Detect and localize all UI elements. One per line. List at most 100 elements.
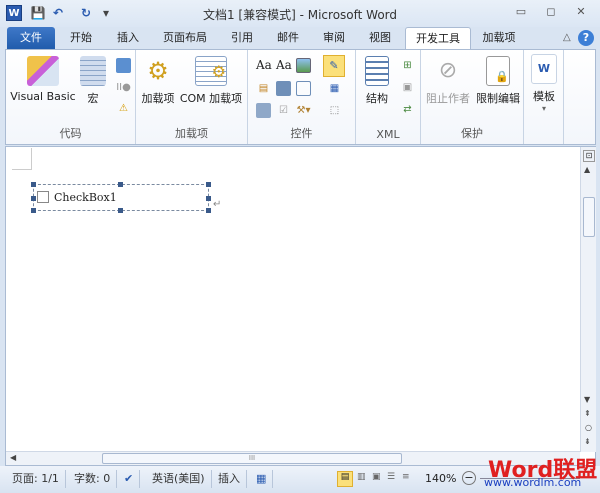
tab-home[interactable]: 开始 (60, 27, 102, 50)
help-icon[interactable]: ? (578, 30, 594, 46)
checkbox-control-frame[interactable]: CheckBox1 ↵ (31, 182, 221, 213)
macros-label: 宏 (87, 92, 99, 105)
group-label-code: 代码 (59, 127, 82, 140)
visual-basic-icon (27, 56, 59, 86)
restrict-editing-icon: 🔒 (486, 56, 510, 86)
com-addins-icon: ⚙ (195, 56, 227, 86)
scroll-left-icon[interactable]: ◀ (10, 453, 16, 462)
vertical-scroll-thumb[interactable] (583, 197, 595, 237)
full-screen-reading-icon[interactable]: ▥ (357, 472, 366, 482)
next-page-icon[interactable]: ⇟ (584, 437, 591, 446)
macros-button[interactable]: 宏 (78, 56, 108, 106)
minimize-ribbon-icon[interactable]: △ (563, 32, 571, 43)
maximize-icon[interactable]: ◻ (540, 5, 562, 21)
com-addins-label: COM 加载项 (179, 92, 243, 105)
web-layout-icon[interactable]: ▣ (372, 472, 381, 482)
ruler-toggle-icon[interactable]: ⊡ (583, 150, 595, 162)
browse-object-icon[interactable]: ○ (585, 423, 592, 432)
language[interactable]: 英语(美国) (146, 470, 212, 488)
macro-security-icon[interactable]: ⚠ (116, 101, 131, 116)
proofing-icon[interactable]: ✔ (118, 470, 141, 488)
combo-box-control-icon[interactable] (276, 81, 291, 96)
tab-mailings[interactable]: 邮件 (268, 27, 308, 50)
paragraph-mark: ↵ (213, 199, 222, 210)
template-icon: W (531, 54, 557, 84)
tab-view[interactable]: 视图 (360, 27, 400, 50)
draft-icon[interactable]: ≡ (402, 472, 410, 482)
picture-control-icon[interactable] (296, 58, 311, 73)
restrict-editing-button[interactable]: 🔒 限制编辑 (473, 56, 523, 106)
properties-icon[interactable]: ▦ (327, 81, 342, 96)
document-area[interactable]: CheckBox1 ↵ (5, 146, 596, 466)
dropdown-control-icon[interactable] (296, 81, 311, 96)
macro-record-icon[interactable]: ▦ (250, 470, 274, 488)
design-mode-button[interactable]: ✎ (323, 55, 345, 77)
insert-mode[interactable]: 插入 (212, 470, 247, 488)
structure-icon (365, 56, 389, 86)
tab-review[interactable]: 审阅 (314, 27, 354, 50)
ribbon-tabs: 文件 开始 插入 页面布局 引用 邮件 审阅 视图 开发工具 加载项 △ ? (0, 27, 600, 51)
record-macro-icon[interactable] (116, 58, 131, 73)
group-label-xml: XML (376, 128, 400, 141)
tab-insert[interactable]: 插入 (107, 27, 149, 50)
transform-icon[interactable]: ▣ (400, 80, 415, 95)
structure-label: 结构 (366, 92, 388, 105)
restrict-editing-label: 限制编辑 (476, 92, 520, 105)
group-addins: ⚙ 加载项 ⚙ COM 加载项 加载项 (136, 50, 248, 144)
tab-addins[interactable]: 加载项 (474, 27, 524, 50)
group-label-addins: 加载项 (175, 127, 208, 140)
previous-page-icon[interactable]: ⇞ (584, 409, 591, 418)
plain-text-control[interactable]: Aa (276, 58, 292, 72)
group-label-protect: 保护 (461, 127, 483, 140)
block-authors-icon: ⊘ (438, 58, 458, 83)
group-label-controls: 控件 (290, 127, 313, 140)
macros-icon (80, 56, 106, 86)
checkbox-control[interactable] (37, 191, 49, 203)
vertical-scrollbar[interactable]: ⊡ ▲ ▼ ⇞ ○ ⇟ (580, 147, 596, 452)
horizontal-scroll-thumb[interactable]: III (102, 453, 402, 464)
watermark-url: www.wordlm.com (484, 476, 582, 489)
visual-basic-button[interactable]: Visual Basic (10, 56, 76, 103)
print-layout-icon[interactable]: ▤ (337, 471, 353, 487)
close-icon[interactable]: ✕ (570, 5, 592, 21)
group-icon[interactable]: ⬚ (327, 103, 342, 118)
visual-basic-label: Visual Basic (10, 90, 76, 103)
template-label: 模板 (533, 90, 555, 103)
outline-icon[interactable]: ☰ (387, 472, 395, 482)
page-count[interactable]: 页面: 1/1 (6, 470, 66, 488)
checkbox-control-icon[interactable]: ☑ (276, 103, 291, 118)
tab-developer[interactable]: 开发工具 (405, 27, 471, 51)
group-templates: W 模板 ▾ (524, 50, 564, 144)
group-controls: Aa Aa ▤ ☑ ⚒▾ ✎ ▦ ⬚ 控件 (248, 50, 356, 144)
block-authors-label: 阻止作者 (426, 92, 470, 105)
zoom-out-button[interactable]: − (462, 471, 476, 485)
template-button[interactable]: W 模板 ▾ (528, 54, 560, 113)
ribbon: Visual Basic 宏 II● ⚠ 代码 ⚙ 加载项 ⚙ COM 加载项 … (5, 49, 596, 145)
tab-file[interactable]: 文件 (7, 27, 55, 50)
com-addins-button[interactable]: ⚙ COM 加载项 (178, 56, 244, 106)
schema-icon[interactable]: ⊞ (400, 58, 415, 73)
tab-page-layout[interactable]: 页面布局 (155, 27, 215, 50)
minimize-icon[interactable]: ▭ (510, 5, 532, 21)
addins-button[interactable]: ⚙ 加载项 (140, 56, 176, 106)
pause-recording-icon[interactable]: II● (116, 80, 131, 95)
building-block-control-icon[interactable]: ▤ (256, 81, 271, 96)
rich-text-control[interactable]: Aa (256, 58, 272, 72)
addins-label: 加载项 (141, 92, 175, 105)
status-bar: 页面: 1/1 字数: 0 ✔ 英语(美国) 插入 ▦ ▤ ▥ ▣ ☰ ≡ 14… (0, 458, 600, 493)
title-bar: W 💾 ↶ ↻ ▾ 文档1 [兼容模式] - Microsoft Word ▭ … (0, 0, 600, 27)
legacy-tools-icon[interactable]: ⚒▾ (296, 103, 311, 118)
scroll-down-icon[interactable]: ▼ (584, 395, 590, 404)
checkbox-label: CheckBox1 (54, 191, 117, 204)
group-protect: ⊘ 阻止作者 🔒 限制编辑 保护 (421, 50, 524, 144)
zoom-level[interactable]: 140% (425, 472, 456, 485)
scroll-up-icon[interactable]: ▲ (584, 165, 590, 174)
tab-references[interactable]: 引用 (222, 27, 262, 50)
expansion-pack-icon[interactable]: ⇄ (400, 102, 415, 117)
structure-button[interactable]: 结构 (362, 56, 392, 106)
page-corner-mark (12, 148, 32, 170)
block-authors-button[interactable]: ⊘ 阻止作者 (423, 56, 473, 106)
word-count[interactable]: 字数: 0 (68, 470, 118, 488)
group-xml: 结构 ⊞ ▣ ⇄ XML (356, 50, 421, 144)
date-picker-control-icon[interactable] (256, 103, 271, 118)
